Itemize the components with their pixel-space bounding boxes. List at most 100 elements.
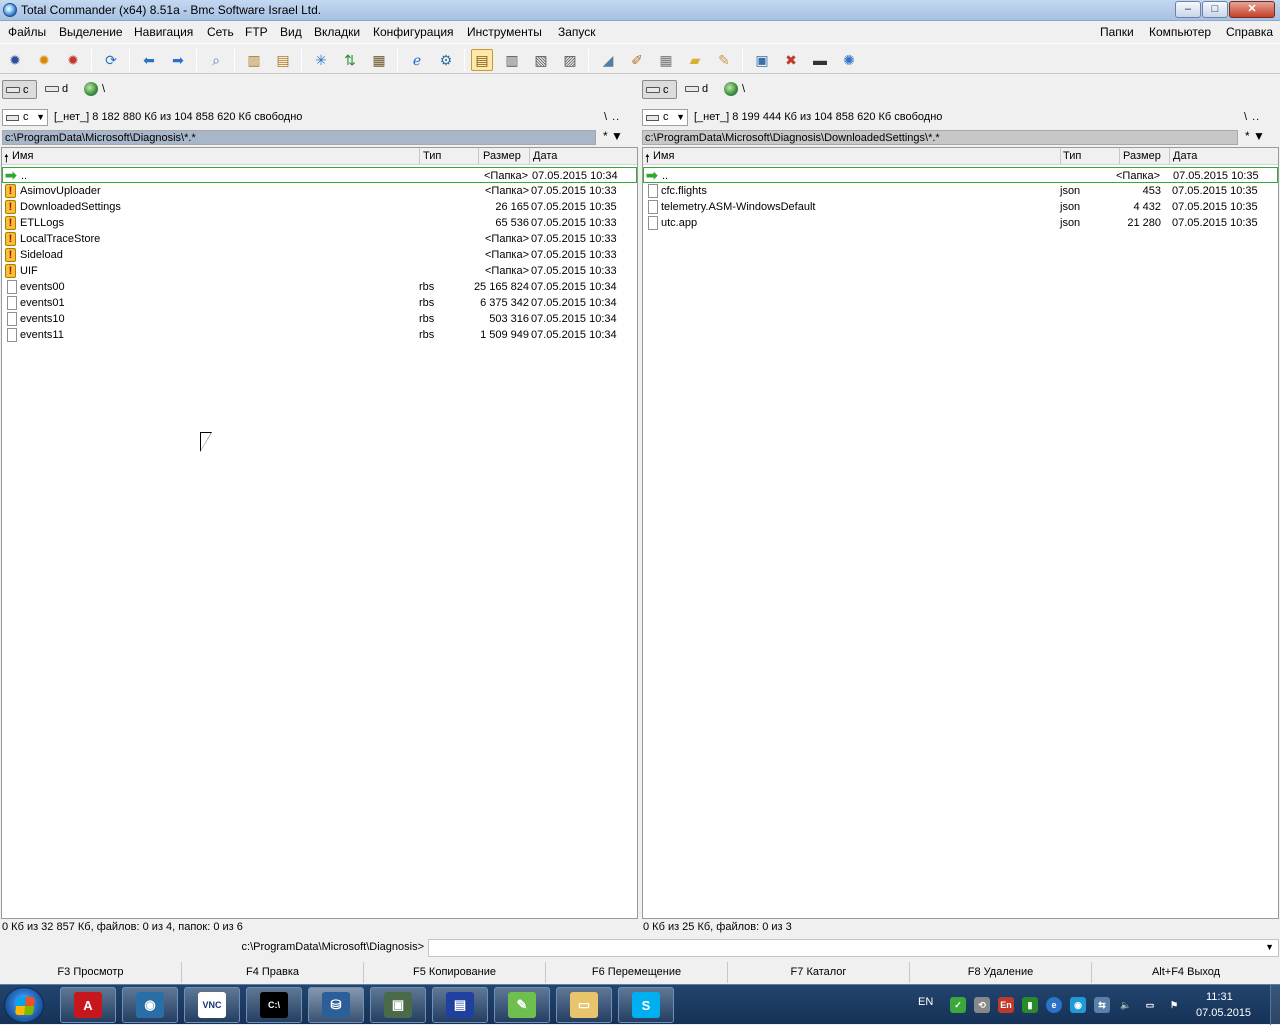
file-row[interactable]: events01 rbs 6 375 342 07.05.2015 10:34 <box>2 295 637 311</box>
cmd-icon[interactable]: ▬ <box>809 49 831 71</box>
file-row[interactable]: events10 rbs 503 316 07.05.2015 10:34 <box>2 311 637 327</box>
f6-move-button[interactable]: F6 Перемещение <box>546 962 728 983</box>
header-type[interactable]: Тип <box>423 150 441 162</box>
start-button[interactable] <box>4 987 44 1023</box>
gear-red-icon[interactable]: ✹ <box>62 49 84 71</box>
menu-navigation[interactable]: Навигация <box>134 25 193 39</box>
taskbar-app-button[interactable]: VNC <box>184 987 240 1023</box>
file-row[interactable]: ! AsimovUploader <Папка> 07.05.2015 10:33 <box>2 183 637 199</box>
file-row[interactable]: telemetry.ASM-WindowsDefault json 4 432 07.… <box>643 199 1278 215</box>
menu-configuration[interactable]: Конфигурация <box>373 25 454 39</box>
ie-icon[interactable]: ℯ <box>406 49 428 71</box>
menu-files[interactable]: Файлы <box>8 25 46 39</box>
file-row[interactable]: events00 rbs 25 165 824 07.05.2015 10:34 <box>2 279 637 295</box>
settings-icon[interactable]: ✺ <box>838 49 860 71</box>
menu-selection[interactable]: Выделение <box>59 25 123 39</box>
find-icon[interactable]: ⌕ <box>205 49 227 71</box>
header-date[interactable]: Дата <box>533 150 557 162</box>
right-path-bar[interactable]: c:\ProgramData\Microsoft\Diagnosis\Downl… <box>642 130 1238 145</box>
show-desktop-button[interactable] <box>1270 985 1280 1025</box>
header-size[interactable]: Размер <box>1123 150 1161 162</box>
file-row[interactable]: utc.app json 21 280 07.05.2015 10:35 <box>643 215 1278 231</box>
clock-date[interactable]: 07.05.2015 <box>1196 1007 1251 1019</box>
menu-tools[interactable]: Инструменты <box>467 25 542 39</box>
taskbar-app-button[interactable]: ⛁ <box>308 987 364 1023</box>
volume-icon[interactable]: 🔈 <box>1118 997 1134 1013</box>
taskbar-app-button[interactable]: A <box>60 987 116 1023</box>
parent-dir-row[interactable]: ➡.. <Папка> 07.05.2015 10:35 <box>643 167 1278 183</box>
language-indicator[interactable]: EN <box>918 996 933 1008</box>
tree-icon[interactable]: ✳ <box>310 49 332 71</box>
kill-process-icon[interactable]: ✖ <box>780 49 802 71</box>
right-root-buttons[interactable]: \ .. <box>1244 111 1260 123</box>
taskbar-app-button[interactable]: S <box>618 987 674 1023</box>
left-drive-select[interactable]: c ▼ <box>2 109 48 126</box>
left-drive-network[interactable]: \ <box>82 80 112 99</box>
menu-ftp[interactable]: FTP <box>245 25 268 39</box>
back-icon[interactable]: ⬅ <box>138 49 160 71</box>
header-type[interactable]: Тип <box>1063 150 1081 162</box>
file-row[interactable]: ! Sideload <Папка> 07.05.2015 10:33 <box>2 247 637 263</box>
sync-icon[interactable]: ⟲ <box>974 997 990 1013</box>
f4-edit-button[interactable]: F4 Правка <box>182 962 364 983</box>
file-row[interactable]: ! ETLLogs 65 536 07.05.2015 10:33 <box>2 215 637 231</box>
sort-icon[interactable]: ⇅ <box>339 49 361 71</box>
right-file-panel[interactable]: 🠕 Имя Тип Размер Дата ➡.. <Папка> 07.05.20… <box>642 147 1279 919</box>
menu-computer[interactable]: Компьютер <box>1149 25 1211 39</box>
menu-tabs[interactable]: Вкладки <box>314 25 360 39</box>
right-drive-d[interactable]: d <box>682 80 716 99</box>
taskbar-app-button[interactable]: ◉ <box>122 987 178 1023</box>
network-icon[interactable]: ⚙ <box>435 49 457 71</box>
e-icon[interactable]: e <box>1046 997 1062 1013</box>
calc-icon[interactable]: ▦ <box>655 49 677 71</box>
right-path-buttons[interactable]: * ▼ <box>1245 129 1265 143</box>
f5-copy-button[interactable]: F5 Копирование <box>364 962 546 983</box>
punto-icon[interactable]: En <box>998 997 1014 1013</box>
view-brief-icon[interactable]: ▤ <box>471 49 493 71</box>
file-row[interactable]: ! UIF <Папка> 07.05.2015 10:33 <box>2 263 637 279</box>
view-thumbs-icon[interactable]: ▧ <box>530 49 552 71</box>
note-icon[interactable]: ▰ <box>684 49 706 71</box>
file-row[interactable]: ! LocalTraceStore <Папка> 07.05.2015 10:33 <box>2 231 637 247</box>
header-date[interactable]: Дата <box>1173 150 1197 162</box>
taskbar-app-button[interactable]: ▭ <box>556 987 612 1023</box>
f7-mkdir-button[interactable]: F7 Каталог <box>728 962 910 983</box>
file-row[interactable]: ! DownloadedSettings 26 165 07.05.2015 10:3… <box>2 199 637 215</box>
edit-icon[interactable]: ✎ <box>713 49 735 71</box>
menu-folders[interactable]: Папки <box>1100 25 1134 39</box>
close-button[interactable]: ✕ <box>1229 1 1275 18</box>
parent-dir-row[interactable]: ➡.. <Папка> 07.05.2015 10:34 <box>2 167 637 183</box>
left-file-panel[interactable]: 🠕 Имя Тип Размер Дата ➡.. <Папка> 07.05.20… <box>1 147 638 919</box>
refresh-icon[interactable]: ⟳ <box>100 49 122 71</box>
left-path-bar[interactable]: c:\ProgramData\Microsoft\Diagnosis\*.* <box>2 130 596 145</box>
network-tray-icon[interactable]: ◉ <box>1070 997 1086 1013</box>
multi-rename-icon[interactable]: ✐ <box>626 49 648 71</box>
taskbar-app-button[interactable]: C:\ <box>246 987 302 1023</box>
right-drive-c[interactable]: c <box>642 80 677 99</box>
flag-icon[interactable]: ⚑ <box>1166 997 1182 1013</box>
menu-network[interactable]: Сеть <box>207 25 234 39</box>
security-icon[interactable]: ✓ <box>950 997 966 1013</box>
clock-time[interactable]: 11:31 <box>1206 991 1233 1003</box>
command-line-input[interactable]: ▼ <box>428 939 1279 957</box>
control-panel-icon[interactable]: ▣ <box>751 49 773 71</box>
unpack-icon[interactable]: ▤ <box>272 49 294 71</box>
monitor-icon[interactable]: ▮ <box>1022 997 1038 1013</box>
copy-names-icon[interactable]: ◢ <box>597 49 619 71</box>
gear-icon[interactable]: ✹ <box>4 49 26 71</box>
header-name[interactable]: Имя <box>12 150 33 162</box>
f3-view-button[interactable]: F3 Просмотр <box>0 962 182 983</box>
header-name[interactable]: Имя <box>653 150 674 162</box>
usb-icon[interactable]: ⇆ <box>1094 997 1110 1013</box>
view-full-icon[interactable]: ▥ <box>501 49 523 71</box>
file-row[interactable]: cfc.flights json 453 07.05.2015 10:35 <box>643 183 1278 199</box>
taskbar-app-button[interactable]: ▤ <box>432 987 488 1023</box>
header-size[interactable]: Размер <box>483 150 521 162</box>
minimize-button[interactable]: – <box>1175 1 1201 18</box>
notepad-icon[interactable]: ▦ <box>368 49 390 71</box>
pack-icon[interactable]: ▥ <box>243 49 265 71</box>
left-root-buttons[interactable]: \ .. <box>604 111 620 123</box>
menu-launch[interactable]: Запуск <box>558 25 596 39</box>
right-drive-network[interactable]: \ <box>722 80 752 99</box>
right-drive-select[interactable]: c ▼ <box>642 109 688 126</box>
